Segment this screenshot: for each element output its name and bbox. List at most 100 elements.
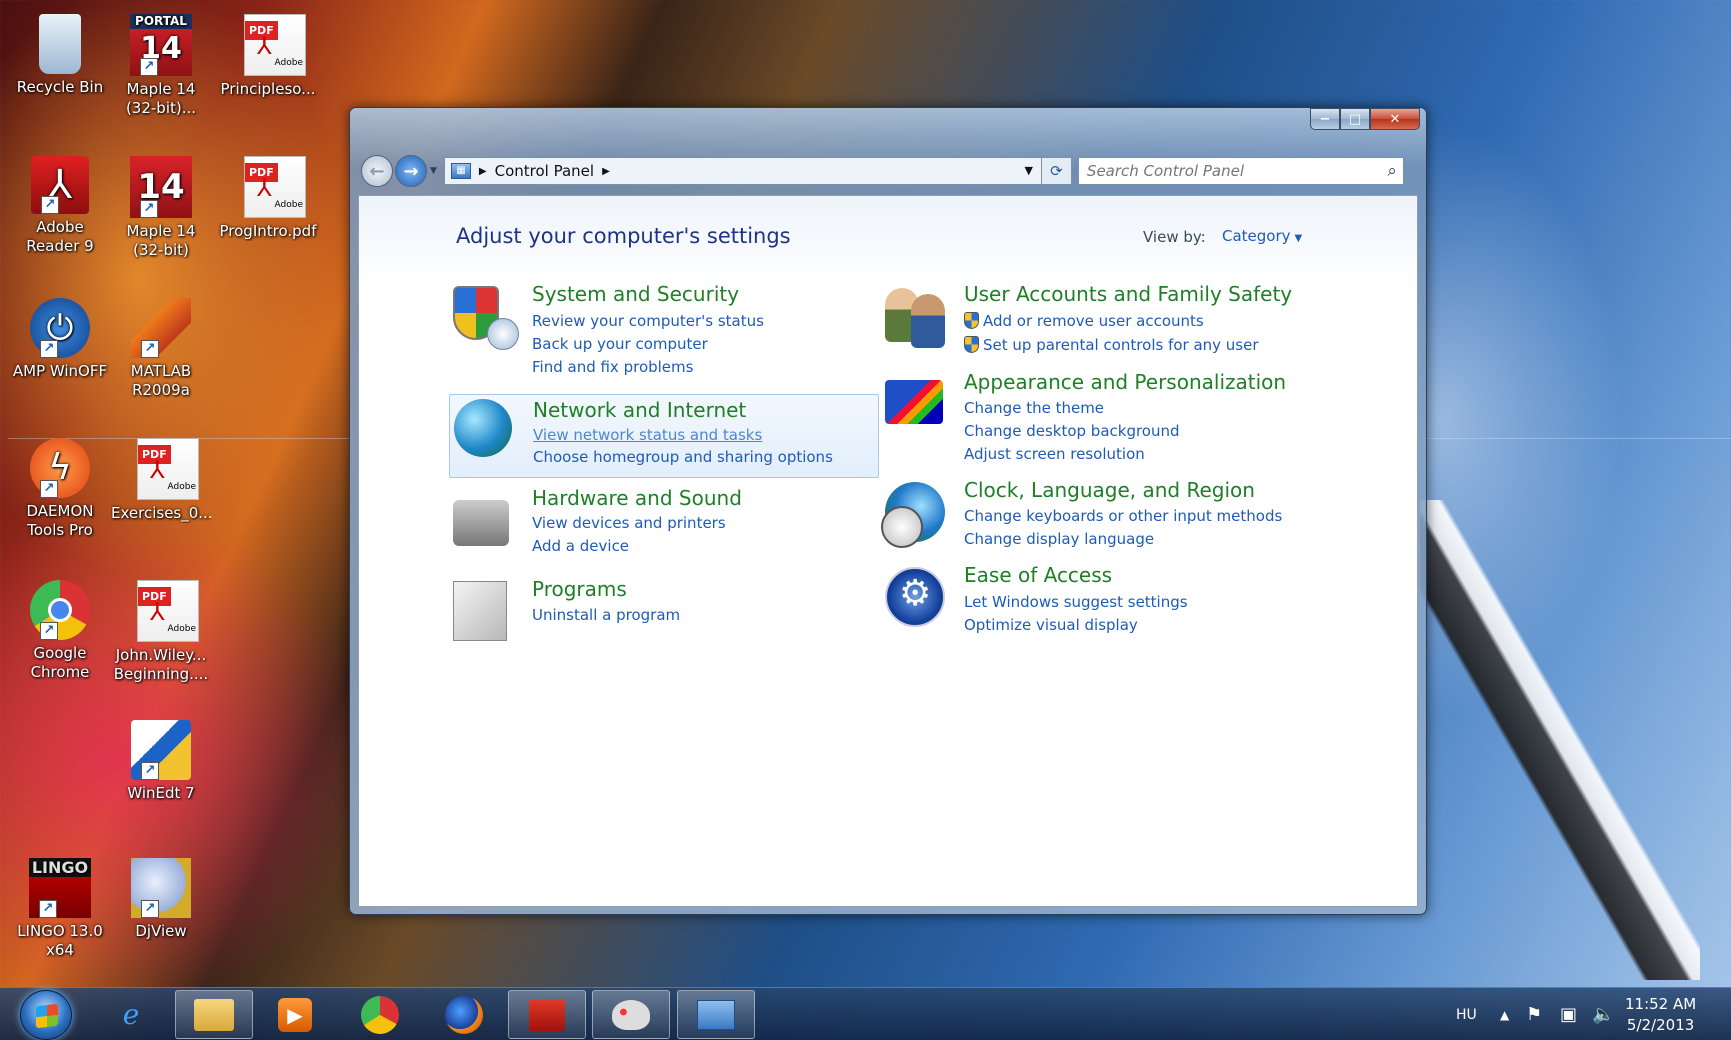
start-button[interactable] (20, 990, 72, 1040)
desktop-icon-amp-winoff[interactable]: ⏻ ↗ AMP WinOFF (10, 298, 110, 381)
desktop-icon-pdf-progintro[interactable]: PDF ⅄ Adobe ProgIntro.pdf (212, 156, 324, 241)
paint-icon[interactable] (592, 990, 670, 1039)
navigation-bar: ← → ▼ ▦ ▶ Control Panel ▶ ▼ ⟳ ⌕ (361, 152, 1415, 190)
desktop-icon-maple-14[interactable]: 14 ↗ Maple 14 (32-bit) (111, 156, 211, 260)
link-network-status[interactable]: View network status and tasks (533, 426, 762, 444)
search-box[interactable]: ⌕ (1077, 157, 1404, 185)
link-uninstall-program[interactable]: Uninstall a program (532, 606, 680, 624)
breadcrumb-chevron-icon[interactable]: ▶ (602, 166, 610, 177)
chevron-down-icon: ▼ (1294, 233, 1303, 244)
link-parental-controls[interactable]: Set up parental controls for any user (964, 336, 1259, 354)
forward-button[interactable]: → (395, 155, 427, 187)
network-icon[interactable]: ▣ (1560, 988, 1577, 1040)
search-icon[interactable]: ⌕ (1387, 161, 1397, 181)
link-desktop-background[interactable]: Change desktop background (964, 422, 1180, 440)
refresh-button[interactable]: ⟳ (1041, 157, 1072, 185)
pdf-file-icon: PDF ⅄ Adobe (244, 14, 306, 76)
link-optimize-display[interactable]: Optimize visual display (964, 616, 1138, 634)
desktop-icon-recycle-bin[interactable]: Recycle Bin (10, 14, 110, 97)
category-title[interactable]: Network and Internet (533, 398, 746, 422)
link-add-device[interactable]: Add a device (532, 537, 629, 555)
address-bar[interactable]: ▦ ▶ Control Panel ▶ ▼ (443, 157, 1042, 185)
category-hardware-sound: Hardware and Sound View devices and prin… (449, 486, 879, 566)
view-by-dropdown[interactable]: Category ▼ (1222, 227, 1302, 245)
category-title[interactable]: Programs (532, 577, 627, 601)
minimize-button[interactable]: − (1310, 108, 1340, 130)
refresh-icon: ⟳ (1050, 162, 1063, 180)
shield-icon (453, 286, 519, 350)
category-title[interactable]: Clock, Language, and Region (964, 478, 1255, 502)
category-title[interactable]: System and Security (532, 282, 739, 306)
control-panel-window[interactable]: − □ ✕ ← → ▼ ▦ ▶ Control Panel ▶ ▼ ⟳ ⌕ Ad… (349, 107, 1427, 915)
back-button[interactable]: ← (361, 155, 393, 187)
language-indicator[interactable]: HU (1456, 988, 1477, 1040)
category-user-accounts: User Accounts and Family Safety Add or r… (881, 282, 1311, 362)
desktop-icon-maple-14-portal[interactable]: PORTAL 14 ↗ Maple 14 (32-bit)... (111, 14, 211, 118)
programs-icon (453, 581, 507, 641)
volume-icon[interactable]: 🔈 (1592, 988, 1614, 1040)
link-add-remove-users[interactable]: Add or remove user accounts (964, 312, 1204, 330)
desktop-icon-pdf-john-wiley[interactable]: PDF ⅄ Adobe John.Wiley... Beginning.... (111, 580, 211, 684)
caption-buttons: − □ ✕ (1310, 108, 1420, 130)
link-screen-resolution[interactable]: Adjust screen resolution (964, 445, 1145, 463)
internet-explorer-icon[interactable]: ℯ (92, 990, 170, 1039)
chrome-icon: ↗ (30, 580, 90, 640)
desktop-icon-matlab[interactable]: ↗ MATLAB R2009a (111, 298, 211, 400)
winedt-icon: ↗ (131, 720, 191, 780)
link-change-theme[interactable]: Change the theme (964, 399, 1104, 417)
category-title[interactable]: User Accounts and Family Safety (964, 282, 1292, 306)
search-input[interactable] (1086, 162, 1367, 180)
category-title[interactable]: Hardware and Sound (532, 486, 742, 510)
desktop-icon-lingo[interactable]: LINGO ↗ LINGO 13.0 x64 (10, 858, 110, 960)
maple-icon: 14 ↗ (130, 156, 192, 218)
adobe-reader-icon: ⅄ ↗ (31, 156, 89, 214)
maximize-button[interactable]: □ (1340, 108, 1370, 130)
action-center-flag-icon[interactable]: ⚑ (1526, 988, 1542, 1040)
link-devices-printers[interactable]: View devices and printers (532, 514, 726, 532)
link-review-status[interactable]: Review your computer's status (532, 312, 764, 330)
clock-globe-icon (881, 482, 945, 548)
desktop-icon-adobe-reader[interactable]: ⅄ ↗ Adobe Reader 9 (10, 156, 110, 256)
control-panel-taskbar-icon[interactable] (677, 990, 755, 1039)
desktop-icon-winedt[interactable]: ↗ WinEdt 7 (111, 720, 211, 803)
acrobat-icon[interactable] (508, 990, 586, 1039)
link-suggest-settings[interactable]: Let Windows suggest settings (964, 593, 1188, 611)
category-title[interactable]: Appearance and Personalization (964, 370, 1286, 394)
users-icon (885, 286, 947, 350)
control-panel-content: Adjust your computer's settings View by:… (358, 195, 1418, 907)
category-network-internet[interactable]: Network and Internet View network status… (449, 394, 879, 478)
desktop-icon-google-chrome[interactable]: ↗ Google Chrome (10, 580, 110, 682)
category-clock-language: Clock, Language, and Region Change keybo… (881, 478, 1311, 558)
address-dropdown-icon[interactable]: ▼ (1024, 164, 1032, 177)
desktop-icon-pdf-exercises[interactable]: PDF ⅄ Adobe Exercises_0... (111, 438, 211, 523)
clock-time: 11:52 AM (1625, 995, 1697, 1013)
breadcrumb-separator-icon[interactable]: ▶ (479, 166, 487, 177)
windows-explorer-icon[interactable] (175, 990, 253, 1039)
chrome-icon[interactable] (341, 990, 419, 1039)
desktop-icon-djview[interactable]: ↗ DjView (111, 858, 211, 941)
uac-shield-icon (964, 312, 979, 329)
firefox-icon[interactable] (425, 990, 503, 1039)
link-homegroup[interactable]: Choose homegroup and sharing options (533, 448, 833, 466)
show-hidden-icons[interactable]: ▲ (1500, 988, 1509, 1040)
link-display-language[interactable]: Change display language (964, 530, 1154, 548)
close-button[interactable]: ✕ (1370, 108, 1420, 130)
desktop-icon-daemon-tools[interactable]: ϟ ↗ DAEMON Tools Pro (10, 438, 110, 540)
desktop-icon-pdf-principles[interactable]: PDF ⅄ Adobe Principleso... (212, 14, 324, 99)
daemon-tools-icon: ϟ ↗ (30, 438, 90, 498)
appearance-icon (885, 380, 943, 424)
djview-icon: ↗ (131, 858, 191, 918)
lingo-icon: LINGO ↗ (29, 858, 91, 918)
link-find-fix-problems[interactable]: Find and fix problems (532, 358, 693, 376)
category-appearance: Appearance and Personalization Change th… (881, 370, 1311, 463)
system-clock[interactable]: 11:52 AM 5/2/2013 (1625, 994, 1696, 1036)
link-backup[interactable]: Back up your computer (532, 335, 708, 353)
page-title: Adjust your computer's settings (456, 224, 791, 248)
breadcrumb-control-panel[interactable]: Control Panel (495, 162, 594, 180)
category-title[interactable]: Ease of Access (964, 563, 1112, 587)
media-player-icon[interactable]: ▶ (256, 990, 334, 1039)
link-change-keyboards[interactable]: Change keyboards or other input methods (964, 507, 1282, 525)
matlab-icon: ↗ (131, 298, 191, 358)
network-globe-icon (454, 399, 512, 457)
recent-pages-dropdown-icon[interactable]: ▼ (430, 166, 437, 176)
